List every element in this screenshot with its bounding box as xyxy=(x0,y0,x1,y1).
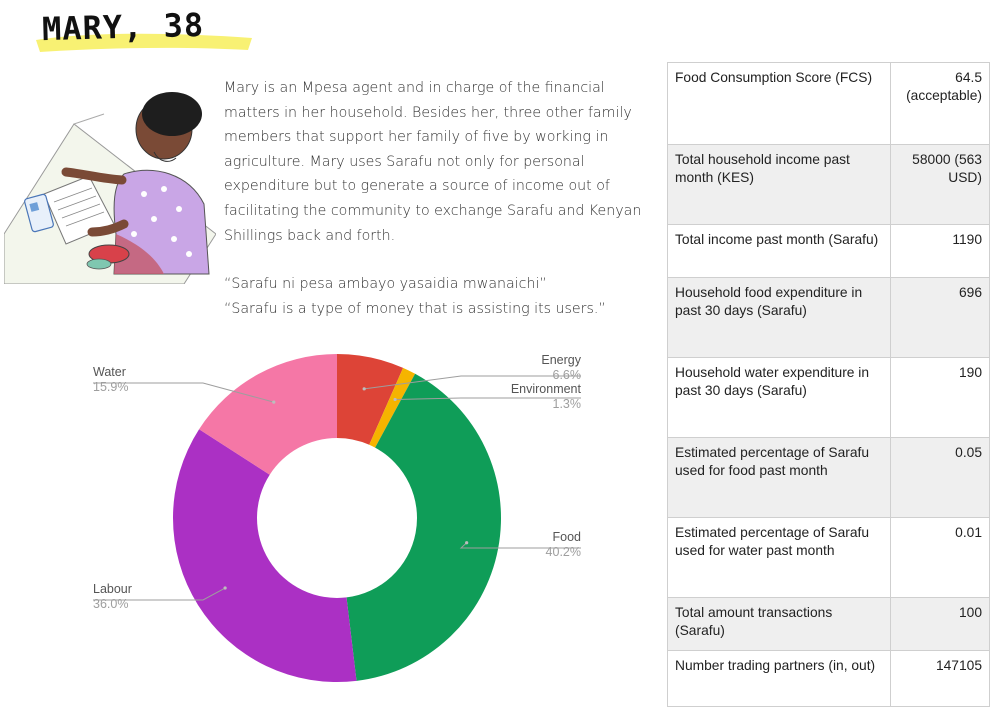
stats-row: Number trading partners (in, out) 147105 xyxy=(667,650,990,707)
stats-label: Estimated percentage of Sarafu used for … xyxy=(667,517,891,598)
leader-dot xyxy=(223,586,227,590)
leader-dot xyxy=(465,541,469,545)
stats-label: Household water expenditure in past 30 d… xyxy=(667,357,891,438)
stats-row: Household food expenditure in past 30 da… xyxy=(667,277,990,358)
bio-paragraph: Mary is an Mpesa agent and in charge of … xyxy=(224,80,642,244)
stats-row: Food Consumption Score (FCS) 64.5 (accept… xyxy=(667,62,990,145)
page-title: MARY, 38 xyxy=(41,5,205,49)
stats-value: 0.01 xyxy=(890,517,990,598)
slice-label: Labour xyxy=(93,582,132,596)
leader-dot xyxy=(393,397,397,402)
stats-row: Estimated percentage of Sarafu used for … xyxy=(667,437,990,518)
leader-dot xyxy=(272,400,276,404)
slice-value-label: 1.3% xyxy=(553,397,582,411)
stats-label: Food Consumption Score (FCS) xyxy=(667,62,891,145)
expenditure-donut-chart: Energy6.6%Environment1.3% Food40.2% Labour… xyxy=(93,353,582,682)
slice-label: Energy xyxy=(541,353,581,367)
slice-label: Environment xyxy=(511,382,582,396)
stats-table: Food Consumption Score (FCS) 64.5 (accept… xyxy=(667,62,990,707)
quote-english: “Sarafu is a type of money that is assis… xyxy=(224,300,606,317)
leader-dot xyxy=(362,387,366,391)
slice-label: Food xyxy=(553,530,582,544)
stats-label: Total amount transactions (Sarafu) xyxy=(667,597,891,651)
biography: Mary is an Mpesa agent and in charge of … xyxy=(224,76,664,321)
stats-value: 64.5 (acceptable) xyxy=(890,62,990,145)
woman-illustration xyxy=(4,92,216,284)
stats-row: Total household income past month (KES) 5… xyxy=(667,144,990,225)
stats-label: Total income past month (Sarafu) xyxy=(667,224,891,278)
stats-label: Estimated percentage of Sarafu used for … xyxy=(667,437,891,518)
stats-value: 0.05 xyxy=(890,437,990,518)
stats-value: 147105 xyxy=(890,650,990,707)
stats-row: Total amount transactions (Sarafu) 100 xyxy=(667,597,990,651)
stats-value: 58000 (563 USD) xyxy=(890,144,990,225)
stats-row: Total income past month (Sarafu) 1190 xyxy=(667,224,990,278)
slice-value-label: 6.6% xyxy=(553,368,582,382)
title-block: MARY, 38 xyxy=(30,2,260,62)
slice-value-label: 36.0% xyxy=(93,597,128,611)
slice-label: Water xyxy=(93,365,126,379)
stats-value: 190 xyxy=(890,357,990,438)
stats-label: Number trading partners (in, out) xyxy=(667,650,891,707)
stats-label: Total household income past month (KES) xyxy=(667,144,891,225)
slice-value-label: 15.9% xyxy=(93,380,128,394)
quote-block: “Sarafu ni pesa ambayo yasaidia mwanaich… xyxy=(224,272,664,321)
stats-value: 696 xyxy=(890,277,990,358)
quote-swahili: “Sarafu ni pesa ambayo yasaidia mwanaich… xyxy=(224,276,547,293)
stats-row: Household water expenditure in past 30 d… xyxy=(667,357,990,438)
stats-row: Estimated percentage of Sarafu used for … xyxy=(667,517,990,598)
stats-value: 100 xyxy=(890,597,990,651)
slice-value-label: 40.2% xyxy=(546,545,581,559)
stats-value: 1190 xyxy=(890,224,990,278)
stats-label: Household food expenditure in past 30 da… xyxy=(667,277,891,358)
